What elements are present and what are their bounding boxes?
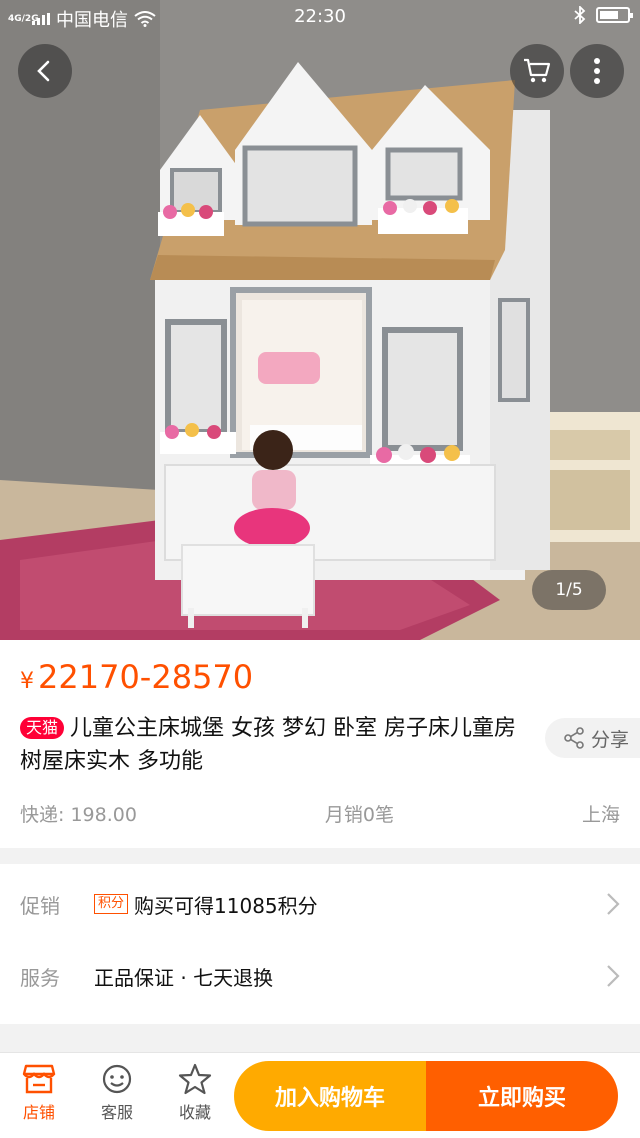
add-to-cart-button[interactable]: 加入购物车 <box>234 1061 426 1131</box>
clock: 22:30 <box>294 6 346 27</box>
more-vertical-icon <box>594 58 600 84</box>
shipping-fee: 快递: 198.00 <box>20 804 137 826</box>
bottom-action-bar: 店铺 客服 收藏 加入购物车 立即购买 <box>0 1052 640 1138</box>
monthly-sales: 月销0笔 <box>324 804 394 826</box>
service-tab-label: 客服 <box>100 1103 133 1122</box>
promo-content: 积分 购买可得11085积分 <box>94 890 640 919</box>
promo-row[interactable]: 促销 积分 购买可得11085积分 <box>0 868 640 940</box>
bluetooth-icon <box>574 6 586 24</box>
promo-card: 促销 积分 购买可得11085积分 服务 正品保证 · 七天退换 <box>0 864 640 1024</box>
buy-now-button[interactable]: 立即购买 <box>426 1061 618 1131</box>
currency-symbol: ¥ <box>20 669 34 694</box>
share-label: 分享 <box>591 728 630 751</box>
price-range: 22170-28570 <box>38 658 254 696</box>
favorite-tab[interactable]: 收藏 <box>160 1063 230 1123</box>
image-counter: 1/5 <box>532 570 606 610</box>
service-tab[interactable]: 客服 <box>82 1063 152 1123</box>
product-title-text: 儿童公主床城堡 女孩 梦幻 卧室 房子床儿童房树屋床实木 多功能 <box>20 716 516 774</box>
service-label: 服务 <box>20 965 60 990</box>
ship-from-location: 上海 <box>581 804 620 826</box>
star-icon <box>178 1063 212 1095</box>
cart-button[interactable] <box>510 44 564 98</box>
service-row[interactable]: 服务 正品保证 · 七天退换 <box>0 940 640 1012</box>
chevron-right-icon <box>607 965 620 987</box>
product-title: 天猫 儿童公主床城堡 女孩 梦幻 卧室 房子床儿童房树屋床实木 多功能 <box>20 712 530 778</box>
favorite-label: 收藏 <box>178 1103 211 1122</box>
store-label: 店铺 <box>22 1103 55 1122</box>
back-arrow-icon <box>37 60 50 82</box>
share-icon <box>564 727 584 749</box>
promo-label: 促销 <box>20 893 60 918</box>
product-detail-page: 1/5 4G/2G 中国电信 22:30 ¥ 22170-28570 天猫 儿童… <box>0 0 640 1138</box>
back-button[interactable] <box>18 44 72 98</box>
points-text: 购买可得11085积分 <box>134 893 318 918</box>
service-content: 正品保证 · 七天退换 <box>94 965 274 990</box>
status-bar: 4G/2G 中国电信 22:30 <box>0 0 640 34</box>
share-button[interactable]: 分享 <box>545 718 640 758</box>
store-icon <box>22 1064 56 1094</box>
chevron-right-icon <box>607 893 620 915</box>
customer-service-icon <box>102 1064 132 1094</box>
product-info-card: ¥ 22170-28570 天猫 儿童公主床城堡 女孩 梦幻 卧室 房子床儿童房树… <box>0 640 640 848</box>
cart-icon <box>524 58 551 83</box>
tmall-badge: 天猫 <box>20 717 65 739</box>
points-badge: 积分 <box>94 894 129 914</box>
store-tab[interactable]: 店铺 <box>4 1063 74 1123</box>
more-button[interactable] <box>570 44 624 98</box>
product-meta: 快递: 198.00 月销0笔 上海 <box>20 800 620 827</box>
status-right <box>574 6 633 24</box>
price: ¥ 22170-28570 <box>20 658 253 696</box>
battery-icon <box>596 7 633 23</box>
